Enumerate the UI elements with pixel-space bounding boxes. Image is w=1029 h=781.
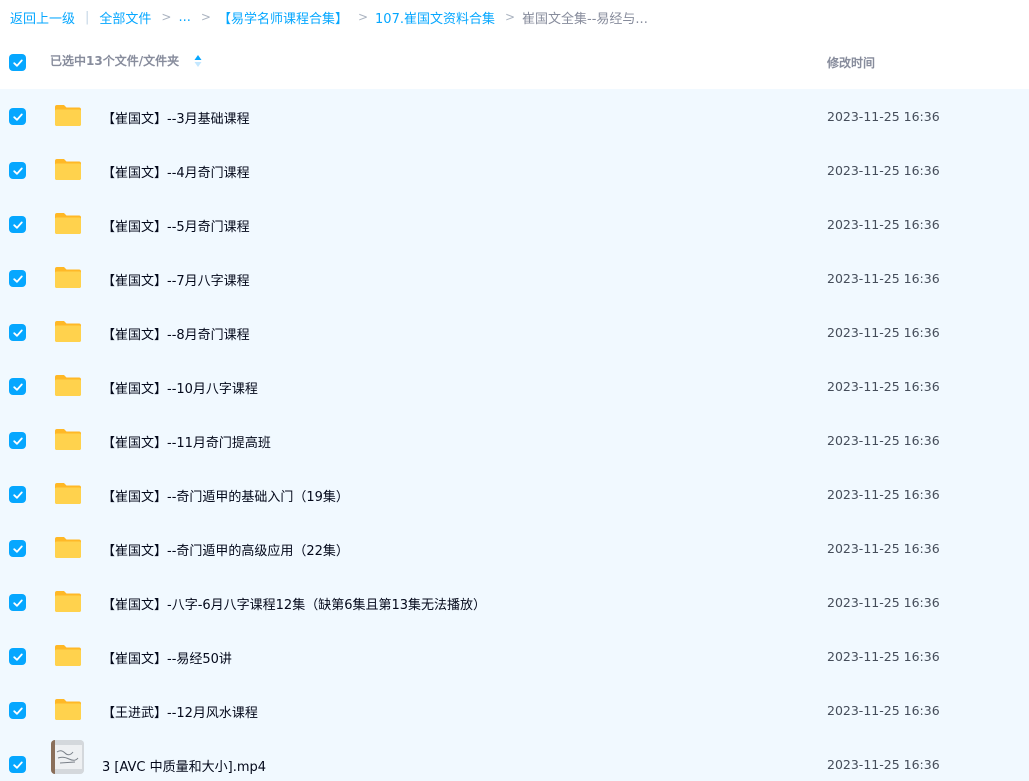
back-link[interactable]: 返回上一级 (10, 8, 75, 27)
modified-time: 2023-11-25 16:36 (827, 163, 940, 178)
checkmark-icon (12, 437, 23, 445)
modified-time: 2023-11-25 16:36 (827, 541, 940, 556)
modified-time: 2023-11-25 16:36 (827, 217, 940, 232)
file-row[interactable]: 【崔国文】--5月奇门课程 2023-11-25 16:36 (0, 197, 1029, 251)
row-checkbox[interactable] (9, 540, 26, 557)
file-row[interactable]: 【崔国文】--奇门遁甲的基础入门（19集） 2023-11-25 16:36 (0, 467, 1029, 521)
checkmark-icon (12, 329, 23, 337)
sort-icon[interactable] (194, 54, 202, 68)
folder-icon (54, 211, 82, 235)
breadcrumb-separator: > (200, 10, 211, 24)
checkmark-icon (12, 59, 23, 67)
file-name[interactable]: 【崔国文】--5月奇门课程 (102, 216, 250, 235)
checkmark-icon (12, 113, 23, 121)
breadcrumb-separator: > (161, 10, 172, 24)
modified-time: 2023-11-25 16:36 (827, 757, 940, 772)
row-checkbox[interactable] (9, 486, 26, 503)
modified-time-header[interactable]: 修改时间 (827, 54, 875, 71)
breadcrumb-ellipsis[interactable]: ... (178, 10, 190, 25)
file-name[interactable]: 【崔国文】-八字-6月八字课程12集（缺第6集且第13集无法播放） (102, 594, 486, 613)
checkmark-icon (12, 167, 23, 175)
file-name[interactable]: 【崔国文】--7月八字课程 (102, 270, 250, 289)
folder-icon (54, 535, 82, 559)
row-checkbox[interactable] (9, 432, 26, 449)
folder-icon (54, 157, 82, 181)
file-row[interactable]: 【王进武】--12月风水课程 2023-11-25 16:36 (0, 683, 1029, 737)
file-name[interactable]: 【崔国文】--8月奇门课程 (102, 324, 250, 343)
row-checkbox[interactable] (9, 324, 26, 341)
file-row[interactable]: 【崔国文】--8月奇门课程 2023-11-25 16:36 (0, 305, 1029, 359)
folder-icon (54, 103, 82, 127)
file-row[interactable]: 【崔国文】--4月奇门课程 2023-11-25 16:36 (0, 143, 1029, 197)
file-row[interactable]: 【崔国文】--3月基础课程 2023-11-25 16:36 (0, 89, 1029, 143)
file-row[interactable]: 【崔国文】--11月奇门提高班 2023-11-25 16:36 (0, 413, 1029, 467)
folder-icon (54, 373, 82, 397)
file-name[interactable]: 【崔国文】--11月奇门提高班 (102, 432, 271, 451)
file-name[interactable]: 【崔国文】--3月基础课程 (102, 108, 250, 127)
modified-time: 2023-11-25 16:36 (827, 703, 940, 718)
row-checkbox[interactable] (9, 216, 26, 233)
folder-icon (54, 697, 82, 721)
modified-time: 2023-11-25 16:36 (827, 433, 940, 448)
file-browser: 返回上一级 | 全部文件 > ... > 【易学名师课程合集】 > 107.崔国… (0, 0, 1029, 781)
folder-icon (54, 427, 82, 451)
checkmark-icon (12, 761, 23, 769)
checkmark-icon (12, 545, 23, 553)
checkmark-icon (12, 221, 23, 229)
modified-time: 2023-11-25 16:36 (827, 325, 940, 340)
modified-time: 2023-11-25 16:36 (827, 379, 940, 394)
row-checkbox[interactable] (9, 702, 26, 719)
checkmark-icon (12, 491, 23, 499)
breadcrumb-folder[interactable]: 107.崔国文资料合集 (375, 8, 495, 27)
row-checkbox[interactable] (9, 270, 26, 287)
breadcrumb-separator: > (357, 10, 369, 24)
file-name[interactable]: 【崔国文】--4月奇门课程 (102, 162, 250, 181)
selection-count-label: 已选中13个文件/文件夹 (50, 54, 180, 68)
list-header: 已选中13个文件/文件夹 修改时间 (0, 40, 1029, 84)
breadcrumb: 返回上一级 | 全部文件 > ... > 【易学名师课程合集】 > 107.崔国… (0, 0, 1029, 34)
file-name[interactable]: 【崔国文】--奇门遁甲的高级应用（22集） (102, 540, 349, 559)
file-name[interactable]: 【王进武】--12月风水课程 (102, 702, 258, 721)
row-checkbox[interactable] (9, 162, 26, 179)
file-row[interactable]: 【崔国文】--奇门遁甲的高级应用（22集） 2023-11-25 16:36 (0, 521, 1029, 575)
checkmark-icon (12, 653, 23, 661)
breadcrumb-divider: | (85, 9, 90, 25)
modified-time: 2023-11-25 16:36 (827, 271, 940, 286)
file-row[interactable]: 【崔国文】--10月八字课程 2023-11-25 16:36 (0, 359, 1029, 413)
folder-icon (54, 265, 82, 289)
select-all-checkbox[interactable] (9, 54, 26, 71)
checkmark-icon (12, 383, 23, 391)
folder-icon (54, 319, 82, 343)
breadcrumb-current: 崔国文全集--易经与... (522, 11, 648, 27)
file-name[interactable]: 【崔国文】--奇门遁甲的基础入门（19集） (102, 486, 349, 505)
video-thumbnail-icon (51, 740, 84, 774)
modified-time: 2023-11-25 16:36 (827, 487, 940, 502)
modified-time: 2023-11-25 16:36 (827, 649, 940, 664)
row-checkbox[interactable] (9, 108, 26, 125)
folder-icon (54, 643, 82, 667)
file-name[interactable]: 【崔国文】--易经50讲 (102, 648, 232, 667)
breadcrumb-all-files[interactable]: 全部文件 (99, 8, 151, 27)
row-checkbox[interactable] (9, 594, 26, 611)
checkmark-icon (12, 275, 23, 283)
file-row[interactable]: 【崔国文】--易经50讲 2023-11-25 16:36 (0, 629, 1029, 683)
row-checkbox[interactable] (9, 756, 26, 773)
checkmark-icon (12, 599, 23, 607)
modified-time: 2023-11-25 16:36 (827, 595, 940, 610)
row-checkbox[interactable] (9, 378, 26, 395)
checkmark-icon (12, 707, 23, 715)
file-row[interactable]: 【崔国文】--7月八字课程 2023-11-25 16:36 (0, 251, 1029, 305)
folder-icon (54, 589, 82, 613)
breadcrumb-collection[interactable]: 【易学名师课程合集】 (218, 8, 348, 27)
file-row[interactable]: 3 [AVC 中质量和大小].mp4 2023-11-25 16:36 (0, 737, 1029, 781)
modified-time: 2023-11-25 16:36 (827, 109, 940, 124)
file-name[interactable]: 【崔国文】--10月八字课程 (102, 378, 258, 397)
breadcrumb-separator: > (504, 10, 516, 24)
file-name[interactable]: 3 [AVC 中质量和大小].mp4 (102, 756, 266, 775)
file-row[interactable]: 【崔国文】-八字-6月八字课程12集（缺第6集且第13集无法播放） 2023-11… (0, 575, 1029, 629)
row-checkbox[interactable] (9, 648, 26, 665)
folder-icon (54, 481, 82, 505)
file-list: 【崔国文】--3月基础课程 2023-11-25 16:36 【崔国文】--4月奇门… (0, 89, 1029, 781)
